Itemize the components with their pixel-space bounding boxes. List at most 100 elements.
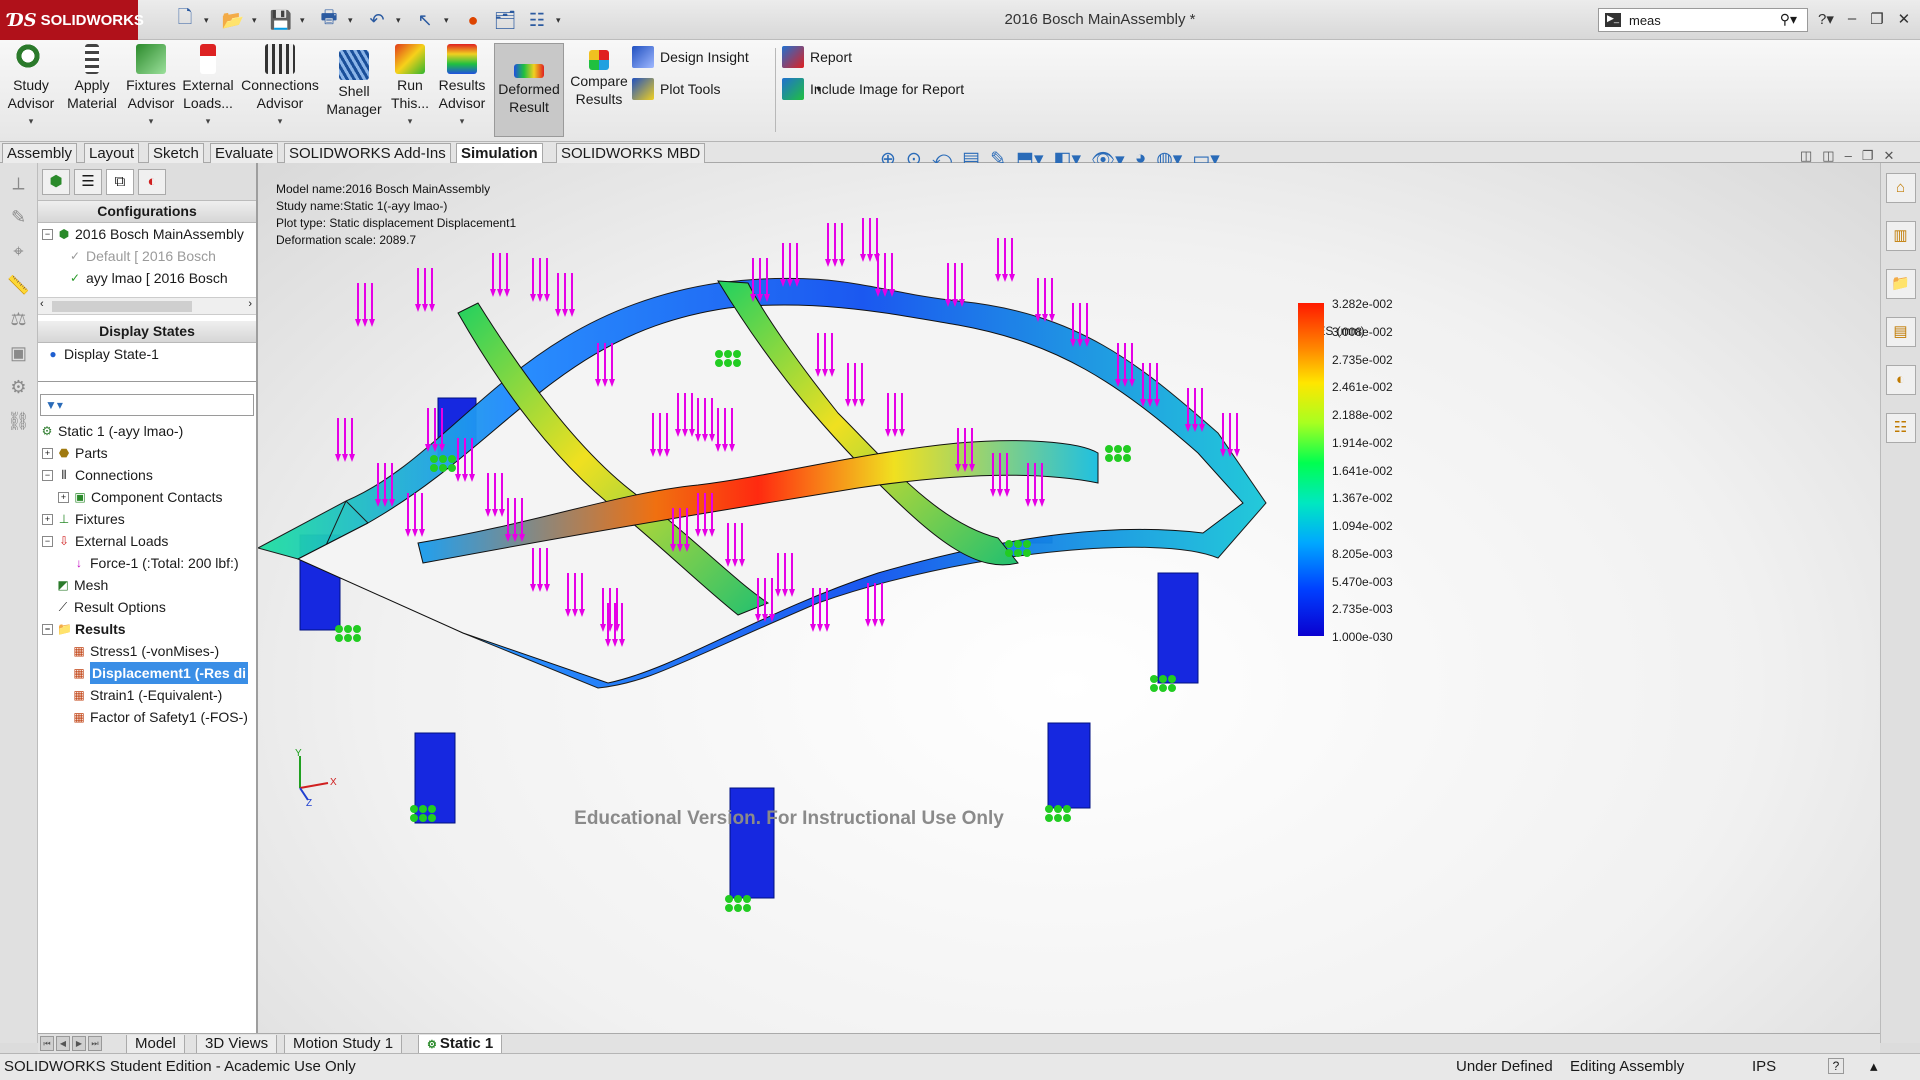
fixtures-advisor-button[interactable]: Fixtures Advisor ▾: [122, 44, 180, 130]
search-commands-icon[interactable]: ▶_: [1605, 13, 1621, 27]
search-input[interactable]: ▶_ meas ⚲▾: [1598, 8, 1808, 32]
display-state-item[interactable]: ● Display State-1: [38, 343, 256, 365]
force-node[interactable]: ↓ Force-1 (:Total: 200 lbf:): [38, 552, 256, 574]
file-explorer-icon[interactable]: 📁: [1885, 269, 1916, 299]
run-this-study-button[interactable]: Run This... ▾: [390, 44, 430, 130]
save-dropdown-icon[interactable]: ▾: [300, 15, 310, 26]
save-icon[interactable]: 💾: [268, 7, 294, 33]
tab-evaluate[interactable]: Evaluate: [210, 143, 279, 163]
tree-filter-input[interactable]: ▼▾: [40, 394, 254, 416]
section-properties-icon[interactable]: ▣: [7, 343, 31, 367]
fea-model-view[interactable]: [258, 163, 1880, 1033]
new-document-icon[interactable]: 🗋: [172, 7, 198, 33]
component-contacts-node[interactable]: + ▣ Component Contacts: [38, 486, 256, 508]
measure-icon[interactable]: 📏: [7, 275, 31, 299]
solidworks-logo[interactable]: ƊS SOLIDWORKS: [0, 0, 144, 40]
connections-node[interactable]: − ⫴ Connections: [38, 464, 256, 486]
tab-solidworks-add-ins[interactable]: SOLIDWORKS Add-Ins: [284, 143, 451, 163]
options-icon[interactable]: ☷: [524, 7, 550, 33]
connections-advisor-button[interactable]: Connections Advisor ▾: [240, 44, 320, 130]
study-advisor-dropdown-icon[interactable]: ▾: [29, 112, 34, 130]
study-advisor-button[interactable]: Study Advisor ▾: [6, 44, 56, 130]
smart-dimension-icon[interactable]: ⟂: [7, 173, 31, 197]
fixtures-dropdown-icon[interactable]: ▾: [149, 112, 154, 130]
collapse-icon[interactable]: −: [42, 623, 53, 635]
tab-layout[interactable]: Layout: [84, 143, 140, 163]
fixtures-node[interactable]: + ⊥ Fixtures: [38, 508, 256, 530]
scroll-left-icon[interactable]: ‹: [40, 298, 44, 310]
viewport-restore-icon[interactable]: ❐: [1862, 148, 1874, 164]
config-item-ayy-lmao[interactable]: ✓ ayy lmao [ 2016 Bosch: [38, 267, 256, 289]
shell-manager-button[interactable]: Shell Manager: [325, 50, 383, 118]
run-dropdown-icon[interactable]: ▾: [408, 112, 413, 130]
result-strain[interactable]: ▦ Strain1 (-Equivalent-): [38, 684, 256, 706]
tile-horizontal-icon[interactable]: ◫: [1800, 148, 1812, 164]
deformed-result-button[interactable]: Deformed Result: [494, 43, 564, 137]
mesh-node[interactable]: ◩ Mesh: [38, 574, 256, 596]
feature-manager-tab-icon[interactable]: ⬢: [42, 169, 70, 195]
external-loads-node[interactable]: − ⇩ External Loads: [38, 530, 256, 552]
undo-dropdown-icon[interactable]: ▾: [396, 15, 406, 26]
results-node[interactable]: − 📁 Results: [38, 618, 256, 640]
collapse-icon[interactable]: −: [42, 228, 53, 240]
gear-icon[interactable]: ⚙: [7, 377, 31, 401]
viewport-close-icon[interactable]: ✕: [1883, 148, 1894, 164]
graphics-area[interactable]: Model name:2016 Bosch MainAssembly Study…: [258, 163, 1880, 1033]
result-stress[interactable]: ▦ Stress1 (-vonMises-): [38, 640, 256, 662]
new-dropdown-icon[interactable]: ▾: [204, 15, 214, 26]
tab-3d-views[interactable]: 3D Views: [196, 1035, 278, 1054]
select-pointer-icon[interactable]: ↖: [412, 7, 438, 33]
minimize-icon[interactable]: –: [1848, 10, 1856, 28]
print-dropdown-icon[interactable]: ▾: [348, 15, 358, 26]
include-image-for-report-button[interactable]: Include Image for Report: [782, 78, 964, 100]
display-manager-tab-icon[interactable]: ◐: [138, 169, 166, 195]
tab-model[interactable]: Model: [126, 1035, 185, 1054]
search-icon[interactable]: ⚲▾: [1780, 11, 1797, 28]
help-icon[interactable]: ?▾: [1818, 10, 1834, 28]
viewport-minimize-icon[interactable]: –: [1845, 148, 1852, 164]
close-icon[interactable]: ✕: [1898, 10, 1911, 28]
view-palette-icon[interactable]: ▤: [1885, 317, 1916, 347]
appearances-scenes-icon[interactable]: ◐: [1885, 365, 1916, 395]
open-dropdown-icon[interactable]: ▾: [252, 15, 262, 26]
report-button[interactable]: Report: [782, 46, 852, 68]
undo-icon[interactable]: ↶: [364, 7, 390, 33]
config-horizontal-scrollbar[interactable]: ‹ ›: [38, 297, 256, 315]
collapse-icon[interactable]: −: [42, 535, 53, 547]
custom-properties-icon[interactable]: ☷: [1885, 413, 1916, 443]
tab-static-1[interactable]: ⚙ Static 1: [418, 1035, 503, 1054]
tab-assembly[interactable]: Assembly: [2, 143, 78, 163]
last-tab-arrow-icon[interactable]: ⏭: [88, 1036, 102, 1051]
result-factor-of-safety[interactable]: ▦ Factor of Safety1 (-FOS-): [38, 706, 256, 728]
reference-geometry-icon[interactable]: ⌖: [7, 241, 31, 265]
design-library-icon[interactable]: ▥: [1885, 221, 1916, 251]
config-root[interactable]: − ⬢ 2016 Bosch MainAssembly: [38, 223, 256, 245]
tab-simulation[interactable]: Simulation: [456, 143, 543, 163]
property-manager-tab-icon[interactable]: ☰: [74, 169, 102, 195]
result-displacement[interactable]: ▦ Displacement1 (-Res di: [38, 662, 256, 684]
print-icon[interactable]: 🖶: [316, 7, 342, 33]
link-icon[interactable]: ⛓: [7, 411, 31, 435]
select-dropdown-icon[interactable]: ▾: [444, 15, 454, 26]
sketch-icon[interactable]: ✎: [7, 207, 31, 231]
rebuild-traffic-light-icon[interactable]: ●: [460, 7, 486, 33]
expand-icon[interactable]: +: [58, 491, 69, 503]
design-insight-button[interactable]: Design Insight: [632, 46, 749, 68]
configuration-manager-tab-icon[interactable]: ⧉: [106, 169, 134, 195]
units-status[interactable]: IPS: [1752, 1054, 1776, 1080]
expand-icon[interactable]: +: [42, 513, 53, 525]
connections-dropdown-icon[interactable]: ▾: [278, 112, 283, 130]
first-tab-arrow-icon[interactable]: ⏮: [40, 1036, 54, 1051]
parts-node[interactable]: + ⬣ Parts: [38, 442, 256, 464]
restore-icon[interactable]: ❐: [1870, 10, 1883, 28]
study-node[interactable]: ⚙ Static 1 (-ayy lmao-): [38, 420, 256, 442]
apply-material-button[interactable]: Apply Material: [64, 44, 120, 112]
results-advisor-button[interactable]: Results Advisor ▾: [436, 44, 488, 130]
external-loads-dropdown-icon[interactable]: ▾: [206, 112, 211, 130]
tile-vertical-icon[interactable]: ◫: [1822, 148, 1834, 164]
external-loads-button[interactable]: External Loads... ▾: [180, 44, 236, 130]
panel-splitter[interactable]: [38, 381, 256, 382]
tab-solidworks-mbd[interactable]: SOLIDWORKS MBD: [556, 143, 706, 163]
config-item-default[interactable]: ✓ Default [ 2016 Bosch: [38, 245, 256, 267]
tab-motion-study-1[interactable]: Motion Study 1: [284, 1035, 403, 1054]
